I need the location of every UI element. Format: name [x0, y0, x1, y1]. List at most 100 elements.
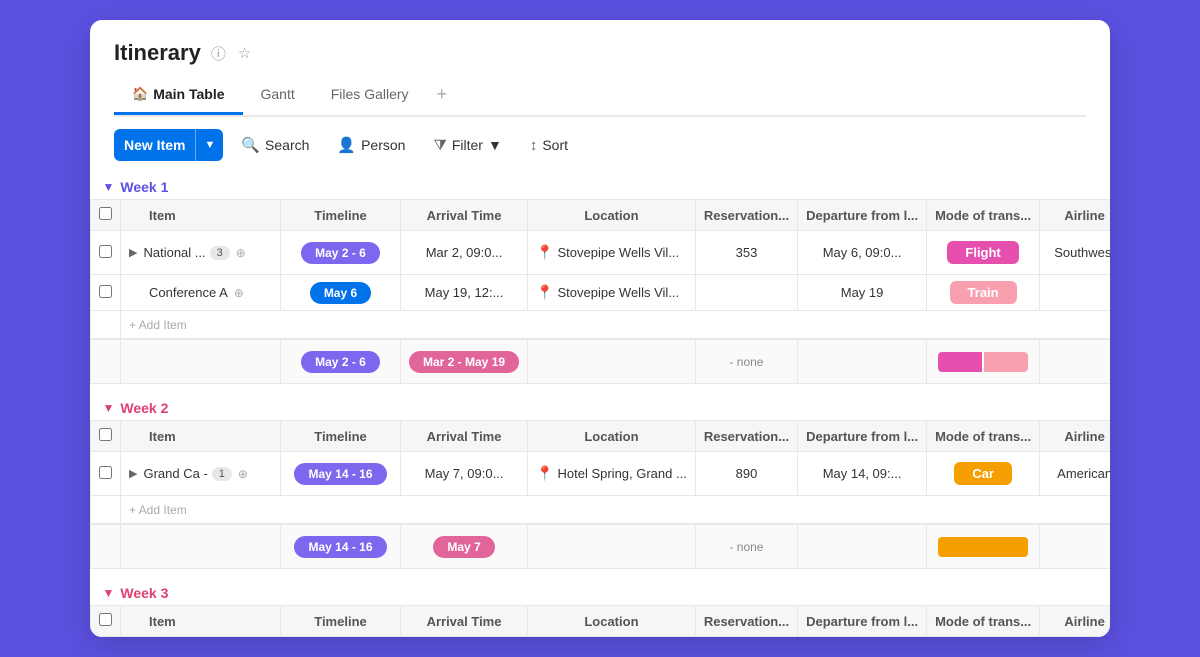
- week1-sum-mode-cell: [927, 339, 1040, 384]
- week1-header-cell: ▼ Week 1: [91, 171, 1111, 200]
- week2-row1-item-cell: ▶ Grand Ca - 1 ⊕: [121, 452, 281, 496]
- week2-row1-departure-text: May 14, 09:...: [823, 466, 902, 481]
- week2-sum-mode-cell: [927, 524, 1040, 569]
- week1-add-item-cell[interactable]: + Add Item: [121, 311, 1111, 340]
- week1-row2-airline-cell: [1040, 275, 1110, 311]
- week1-add-item-row[interactable]: + Add Item: [91, 311, 1111, 340]
- main-card: Itinerary ⓘ ☆ 🏠 Main Table Gantt Files G…: [90, 20, 1110, 637]
- week2-dep-header: Departure from l...: [798, 421, 927, 452]
- week2-row1-add-subitem-icon[interactable]: ⊕: [236, 465, 250, 483]
- week2-select-all[interactable]: [99, 428, 112, 441]
- week2-row1-airline-text: American: [1057, 466, 1110, 481]
- week2-row1-checkbox[interactable]: [99, 466, 112, 479]
- new-item-label: New Item: [114, 137, 195, 153]
- week2-row1-expand-button[interactable]: ▶: [129, 467, 137, 480]
- person-icon: 👤: [337, 136, 356, 154]
- week1-row1-checkbox[interactable]: [99, 245, 112, 258]
- filter-button[interactable]: ⧩ Filter ▼: [423, 132, 511, 159]
- new-item-button[interactable]: New Item ▼: [114, 129, 223, 161]
- sort-icon: ↕: [530, 137, 538, 154]
- week1-sum-mode-bar2: [984, 352, 1028, 372]
- star-icon[interactable]: ☆: [236, 42, 253, 64]
- week1-row2-location-cell: 📍 Stovepipe Wells Vil...: [528, 275, 696, 311]
- week1-row2-checkbox[interactable]: [99, 285, 112, 298]
- week1-row1-location-content: 📍 Stovepipe Wells Vil...: [536, 244, 687, 261]
- week1-toggle[interactable]: ▼ Week 1: [103, 179, 1111, 195]
- week1-row1-mode-badge: Flight: [947, 241, 1018, 264]
- week1-select-all[interactable]: [99, 207, 112, 220]
- week2-row1-checkbox-cell[interactable]: [91, 452, 121, 496]
- week2-add-item-row[interactable]: + Add Item: [91, 496, 1111, 525]
- week1-row1-departure-cell: May 6, 09:0...: [798, 231, 927, 275]
- week2-checkbox-header[interactable]: [91, 421, 121, 452]
- person-label: Person: [361, 137, 405, 153]
- info-icon[interactable]: ⓘ: [209, 41, 228, 66]
- week2-toggle[interactable]: ▼ Week 2: [103, 400, 1111, 416]
- tab-main-table[interactable]: 🏠 Main Table: [114, 78, 243, 115]
- week1-row1-checkbox-cell[interactable]: [91, 231, 121, 275]
- week1-sum-timeline-cell: May 2 - 6: [281, 339, 401, 384]
- search-button[interactable]: 🔍 Search: [231, 131, 319, 159]
- week1-row2-add-subitem-icon[interactable]: ⊕: [232, 284, 246, 302]
- week1-row2-departure-text: May 19: [841, 285, 884, 300]
- tab-bar: 🏠 Main Table Gantt Files Gallery +: [114, 76, 1086, 117]
- week2-row1-count-badge: 1: [212, 467, 232, 481]
- week1-item-header: Item: [121, 200, 281, 231]
- week1-row1-mode-cell: Flight: [927, 231, 1040, 275]
- main-table: ▼ Week 1 Item Timeline Arrival Time Loca…: [90, 171, 1110, 637]
- week1-row2-checkbox-cell[interactable]: [91, 275, 121, 311]
- sort-button[interactable]: ↕ Sort: [520, 132, 578, 159]
- week1-sum-mode-bar1: [938, 352, 982, 372]
- week2-row1-mode-cell: Car: [927, 452, 1040, 496]
- week3-arrow-icon: ▼: [103, 586, 115, 600]
- week2-add-item-label[interactable]: + Add Item: [129, 503, 187, 517]
- week2-row1-timeline-badge: May 14 - 16: [294, 463, 386, 485]
- week1-row1-pin-icon: 📍: [536, 244, 553, 261]
- week2-row1-pin-icon: 📍: [536, 465, 553, 482]
- week1-row1-arrival-cell: Mar 2, 09:0...: [401, 231, 528, 275]
- week2-section: ▼ Week 2 Item Timeline Arrival Time Loca…: [91, 384, 1111, 569]
- week1-mode-header: Mode of trans...: [927, 200, 1040, 231]
- person-button[interactable]: 👤 Person: [327, 131, 415, 159]
- new-item-dropdown-arrow[interactable]: ▼: [195, 129, 223, 161]
- week2-row1-arrival-cell: May 7, 09:0...: [401, 452, 528, 496]
- week2-add-checkbox-cell: [91, 496, 121, 525]
- week1-row2-location-text: Stovepipe Wells Vil...: [557, 285, 679, 300]
- week1-row1-airline-cell: Southwest: [1040, 231, 1110, 275]
- tab-main-table-label: Main Table: [153, 86, 224, 102]
- week2-row1-departure-cell: May 14, 09:...: [798, 452, 927, 496]
- tab-gantt-label: Gantt: [261, 86, 295, 102]
- week1-section: ▼ Week 1 Item Timeline Arrival Time Loca…: [91, 171, 1111, 384]
- week1-row1-count-badge: 3: [210, 246, 230, 260]
- week2-reserv-header: Reservation...: [695, 421, 797, 452]
- week2-sum-mode-bar-car: [938, 537, 1028, 557]
- week1-sum-airline-cell: [1040, 339, 1110, 384]
- week2-add-item-cell[interactable]: + Add Item: [121, 496, 1111, 525]
- week2-row1-mode-badge: Car: [954, 462, 1012, 485]
- tab-gantt[interactable]: Gantt: [243, 78, 313, 115]
- week1-add-item-label[interactable]: + Add Item: [129, 318, 187, 332]
- week2-sum-timeline-cell: May 14 - 16: [281, 524, 401, 569]
- week1-row1-item-name: National ...: [143, 245, 205, 260]
- week3-timeline-header: Timeline: [281, 606, 401, 637]
- week1-arrival-header: Arrival Time: [401, 200, 528, 231]
- week3-select-all[interactable]: [99, 613, 112, 626]
- week3-checkbox-header[interactable]: [91, 606, 121, 637]
- week1-sum-mode-bar: [935, 352, 1031, 372]
- week1-sum-departure-cell: [798, 339, 927, 384]
- week1-row1-location-text: Stovepipe Wells Vil...: [557, 245, 679, 260]
- week1-row1-expand-button[interactable]: ▶: [129, 246, 137, 259]
- week3-toggle[interactable]: ▼ Week 3: [103, 585, 1111, 601]
- week1-row2-departure-cell: May 19: [798, 275, 927, 311]
- table-row: ▶ Grand Ca - 1 ⊕ May 14 - 16 May 7, 09:0…: [91, 452, 1111, 496]
- week1-row1-item-cell: ▶ National ... 3 ⊕: [121, 231, 281, 275]
- week1-checkbox-header[interactable]: [91, 200, 121, 231]
- week2-row1-location-text: Hotel Spring, Grand ...: [557, 466, 686, 481]
- search-icon: 🔍: [241, 136, 260, 154]
- table-row: Conference A ⊕ May 6 May 19, 12:... 📍 St…: [91, 275, 1111, 311]
- week1-sum-row: May 2 - 6 Mar 2 - May 19 - none: [91, 339, 1111, 384]
- week1-row1-add-subitem-icon[interactable]: ⊕: [234, 244, 248, 262]
- tab-add-icon[interactable]: +: [427, 76, 458, 115]
- week3-arrival-header: Arrival Time: [401, 606, 528, 637]
- tab-files-gallery[interactable]: Files Gallery: [313, 78, 427, 115]
